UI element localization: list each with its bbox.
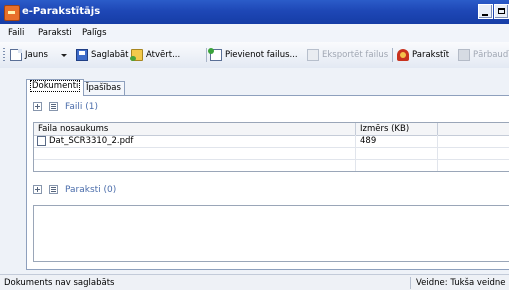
status-separator — [410, 277, 411, 289]
signatures-section-header: Paraksti (0) — [33, 183, 233, 197]
save-button[interactable]: Saglabāt — [76, 48, 136, 62]
menu-paraksti[interactable]: Paraksti — [38, 28, 72, 38]
save-icon — [76, 49, 88, 61]
file-size-cell: 489 — [356, 135, 438, 147]
files-section-title: Faili (1) — [65, 102, 98, 112]
maximize-icon — [498, 8, 505, 14]
tab-dokumenti[interactable]: Dokumenti — [26, 79, 85, 96]
expand-icon[interactable] — [33, 185, 42, 194]
expand-icon[interactable] — [33, 102, 42, 111]
file-name-cell: Dat_SCR3310_2.pdf — [34, 135, 356, 147]
open-button[interactable]: Atvērt... — [130, 48, 203, 62]
empty-cell — [34, 159, 356, 171]
toolbar: Jauns Saglabāt Atvērt... Pievienot failu… — [0, 42, 509, 69]
signatures-section-title: Paraksti (0) — [65, 185, 117, 195]
sign-label: Parakstīt — [412, 50, 450, 60]
empty-cell — [356, 159, 438, 171]
table-row-empty — [34, 159, 509, 171]
new-document-icon — [10, 49, 22, 61]
verify-label: Pārbaudīt — [473, 50, 509, 60]
column-header-file-name[interactable]: Faila nosaukums — [34, 123, 356, 135]
add-files-label: Pievienot failus... — [225, 50, 298, 60]
verify-button[interactable]: Pārbaudīt — [458, 48, 509, 62]
template-status: Veidne: Tukša veidne — [416, 278, 506, 288]
status-bar: Dokuments nav saglabāts Veidne: Tukša ve… — [0, 274, 509, 290]
new-label: Jauns — [25, 50, 48, 60]
add-files-button[interactable]: Pievienot failus... — [208, 48, 306, 62]
menu-faili[interactable]: Faili — [8, 28, 24, 38]
maximize-button[interactable] — [494, 4, 509, 19]
column-header-blank — [438, 123, 509, 135]
toolbar-grip[interactable] — [3, 48, 5, 62]
main-content: Dokumenti Īpašības Faili (1) Faila nosau… — [0, 68, 509, 274]
file-extra-cell — [438, 135, 509, 147]
minimize-icon — [482, 14, 488, 16]
files-table[interactable]: Faila nosaukums Izmērs (KB) Dat_SCR3310_… — [33, 122, 509, 172]
window-title: e-Parakstītājs — [22, 6, 101, 17]
open-label: Atvērt... — [146, 50, 181, 60]
tab-ipasibas[interactable]: Īpašības — [82, 81, 125, 95]
list-icon[interactable] — [49, 185, 58, 194]
menu-bar: Faili Paraksti Palīgs — [0, 24, 509, 42]
tab-dokumenti-label: Dokumenti — [30, 80, 81, 92]
status-text: Dokuments nav saglabāts — [4, 278, 115, 288]
sign-icon — [397, 49, 409, 61]
app-window: e-Parakstītājs Faili Paraksti Palīgs Jau… — [0, 0, 509, 290]
export-files-button[interactable]: Eksportēt failus — [307, 48, 393, 62]
title-bar[interactable]: e-Parakstītājs — [0, 0, 509, 24]
export-files-label: Eksportēt failus — [322, 50, 389, 60]
save-label: Saglabāt — [91, 50, 129, 60]
new-dropdown-arrow-icon[interactable] — [61, 54, 67, 57]
list-icon[interactable] — [49, 102, 58, 111]
toolbar-separator — [206, 48, 207, 62]
app-icon — [4, 5, 20, 21]
pdf-file-icon — [37, 136, 46, 146]
verify-icon — [458, 49, 470, 61]
export-icon — [307, 49, 319, 61]
empty-cell — [34, 147, 356, 159]
files-section-header: Faili (1) — [33, 100, 233, 114]
sign-button[interactable]: Parakstīt — [397, 48, 457, 62]
minimize-button[interactable] — [478, 4, 493, 19]
empty-cell — [356, 147, 438, 159]
open-icon — [130, 49, 143, 61]
new-button[interactable]: Jauns — [10, 48, 58, 62]
signatures-list[interactable] — [33, 205, 509, 262]
documents-panel: Faili (1) Faila nosaukums Izmērs (KB) Da… — [26, 95, 509, 270]
file-name: Dat_SCR3310_2.pdf — [49, 136, 134, 146]
menu-paligs[interactable]: Palīgs — [82, 28, 107, 38]
add-files-icon — [208, 48, 222, 61]
tab-ipasibas-label: Īpašības — [86, 83, 121, 93]
column-header-size[interactable]: Izmērs (KB) — [356, 123, 438, 135]
toolbar-separator — [392, 48, 393, 62]
